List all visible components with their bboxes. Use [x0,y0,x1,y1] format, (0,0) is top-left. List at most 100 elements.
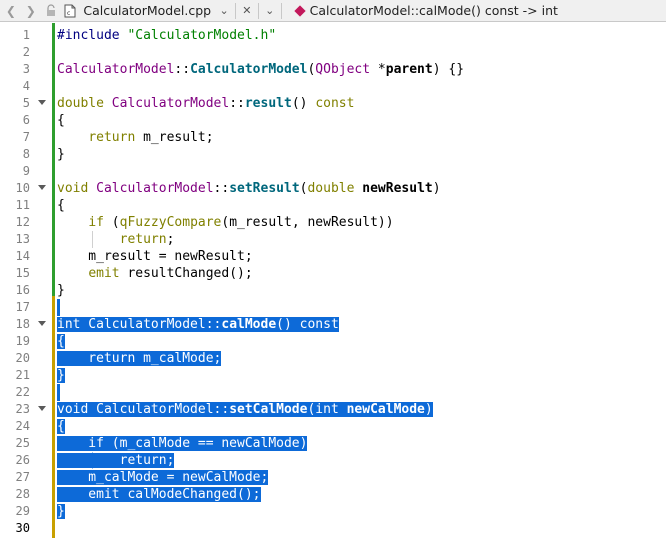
line-number: 3 [22,62,30,76]
code-line[interactable]: 23 void CalculatorModel::setCalMode(int n… [0,401,666,418]
code-token: } [57,147,65,162]
line-number: 18 [15,317,30,331]
code-line[interactable]: 26 return; [0,452,666,469]
current-function-label[interactable]: CalculatorModel::calMode() const -> int [310,3,558,18]
code-line[interactable]: 13 return; [0,231,666,248]
code-text: emit calModeChanged(); [57,486,261,503]
code-token: () const [276,317,339,332]
code-text: return m_calMode; [57,350,222,367]
code-line[interactable]: 5 double CalculatorModel::result() const [0,95,666,112]
file-name-label[interactable]: CalculatorModel.cpp [83,3,211,18]
code-line[interactable]: 19 { [0,333,666,350]
code-token: ) [432,181,441,196]
line-number: 20 [15,351,30,365]
code-line[interactable]: 25 if (m_calMode == newCalMode) [0,435,666,452]
line-number: 11 [15,198,30,212]
code-token: :: [213,181,230,196]
code-text: } [57,146,65,163]
code-line[interactable]: 12 if (qFuzzyCompare(m_result, newResult… [0,214,666,231]
fold-toggle-icon[interactable] [38,321,46,326]
code-line[interactable]: 8} [0,146,666,163]
code-token: if [88,215,104,230]
code-line[interactable]: 1 #include "CalculatorModel.h" [0,27,666,44]
code-token: return; [57,453,175,468]
file-icon: c [62,2,80,20]
code-line[interactable]: 18 int CalculatorModel::calMode() const [0,316,666,333]
code-line[interactable]: 24 { [0,418,666,435]
code-line[interactable]: 6{ [0,112,666,129]
code-text: #include "CalculatorModel.h" [57,27,276,44]
code-line[interactable]: 3 CalculatorModel::CalculatorModel(QObjec… [0,61,666,78]
line-number: 25 [15,436,30,450]
code-token: ) [424,402,433,417]
code-line[interactable]: 27 m_calMode = newCalMode; [0,469,666,486]
code-line[interactable]: 11 { [0,197,666,214]
code-line[interactable]: 7 return m_result; [0,129,666,146]
back-arrow-icon[interactable]: ❮ [2,2,20,20]
close-icon[interactable]: ✕ [240,2,254,20]
toolbar-divider [234,2,236,19]
code-line[interactable]: 21} [0,367,666,384]
code-line[interactable]: 30 [0,520,666,537]
code-line[interactable]: 16} [0,282,666,299]
code-text: { [57,333,65,350]
code-text: double CalculatorModel::result() const [57,95,354,112]
code-line[interactable]: 9 [0,163,666,180]
line-number: 21 [15,368,30,382]
code-token: m_result = newResult; [57,249,253,264]
line-number: 24 [15,419,30,433]
code-line[interactable]: 22 [0,384,666,401]
fold-toggle-icon[interactable] [38,406,46,411]
code-line[interactable]: 28 emit calModeChanged(); [0,486,666,503]
selection-empty-line [57,299,60,316]
selection-highlight: } [57,504,65,519]
code-line[interactable]: 10 void CalculatorModel::setResult(double… [0,180,666,197]
code-token: } [57,368,65,383]
code-line[interactable]: 15 emit resultChanged(); [0,265,666,282]
fold-toggle-icon[interactable] [38,185,46,190]
line-number: 6 [22,113,30,127]
code-token: :: [229,96,245,111]
code-text: } [57,282,65,299]
code-token: } [57,283,65,298]
code-token: int CalculatorModel:: [57,317,222,332]
selection-highlight: { [57,419,65,434]
code-token: newResult [362,181,433,196]
code-token: if (m_calMode == newCalMode) [57,436,308,451]
code-editor[interactable]: 1 #include "CalculatorModel.h" 2 3 Calculato… [0,23,666,538]
code-token: CalculatorModel [190,62,308,77]
line-number: 19 [15,334,30,348]
selection-highlight: if (m_calMode == newCalMode) [57,436,308,451]
code-line[interactable]: 2 [0,44,666,61]
code-token: emit calModeChanged(); [57,487,261,502]
code-line[interactable]: 29} [0,503,666,520]
selection-highlight: return m_calMode; [57,351,222,366]
forward-arrow-icon[interactable]: ❯ [22,2,40,20]
line-number: 16 [15,283,30,297]
lock-icon[interactable] [42,2,60,20]
code-token: CalculatorModel [111,96,230,111]
chevron-down-icon[interactable]: ⌄ [217,2,231,20]
code-line[interactable]: 4 [0,78,666,95]
code-line[interactable]: 20 return m_calMode; [0,350,666,367]
chevron-down-icon[interactable]: ⌄ [263,2,277,20]
code-token: ; [166,232,175,247]
code-token: } [57,504,65,519]
line-number: 4 [22,79,30,93]
code-token: return [88,130,136,145]
code-token: :: [174,62,191,77]
code-token: void [57,181,89,196]
fold-toggle-icon[interactable] [38,100,46,105]
code-text: void CalculatorModel::setResult(double n… [57,180,441,197]
code-token: setCalMode [229,402,308,417]
code-token: resultChanged(); [119,266,253,281]
code-token: return [119,232,167,247]
code-line[interactable]: 14 m_result = newResult; [0,248,666,265]
code-token: double [57,96,104,111]
code-text: { [57,197,65,214]
code-token: qFuzzyCompare [119,215,222,230]
code-line[interactable]: 17 [0,299,666,316]
